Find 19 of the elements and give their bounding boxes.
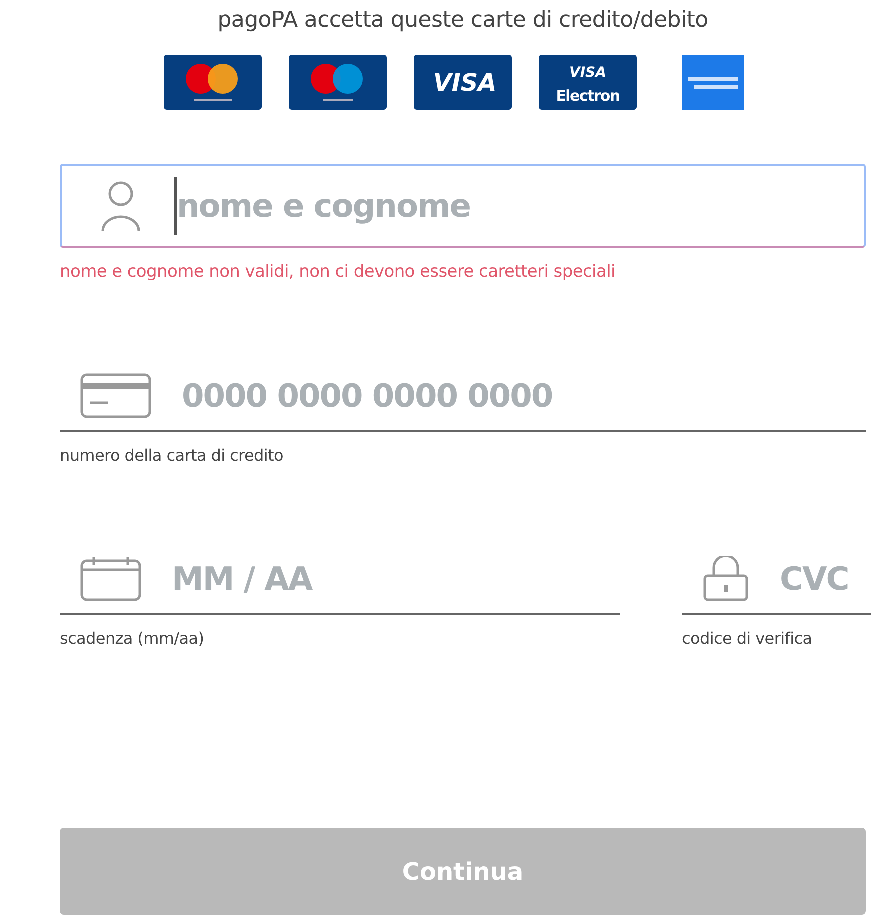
calendar-icon: [80, 556, 142, 602]
field-hint: scadenza (mm/aa): [60, 629, 206, 648]
input-field[interactable]: 0000 0000 0000 0000: [182, 367, 866, 425]
heading: pagoPA accetta queste carte di credito/debito: [216, 8, 710, 33]
input-field[interactable]: nome e cognome: [174, 177, 864, 235]
visa-electron-logo: VISA Electron: [539, 55, 637, 110]
text-field[interactable]: 0000 0000 0000 0000: [60, 362, 866, 432]
visa-logo: VISA: [414, 55, 512, 110]
input-field[interactable]: MM / AA: [172, 550, 620, 608]
field-hint: numero della carta di credito: [60, 446, 284, 465]
field-hint: codice di verifica: [682, 629, 814, 648]
credit-card-icon: [80, 373, 152, 419]
text-field[interactable]: MM / AA: [60, 545, 620, 615]
lock-icon: [702, 556, 750, 602]
text-field[interactable]: nome e cognome: [60, 164, 866, 248]
text-field[interactable]: CVC: [682, 545, 871, 615]
error-message: nome e cognome non validi, non ci devono essere caretteri speciali: [60, 262, 616, 282]
user-icon: [100, 180, 142, 232]
input-field[interactable]: CVC: [780, 550, 871, 608]
